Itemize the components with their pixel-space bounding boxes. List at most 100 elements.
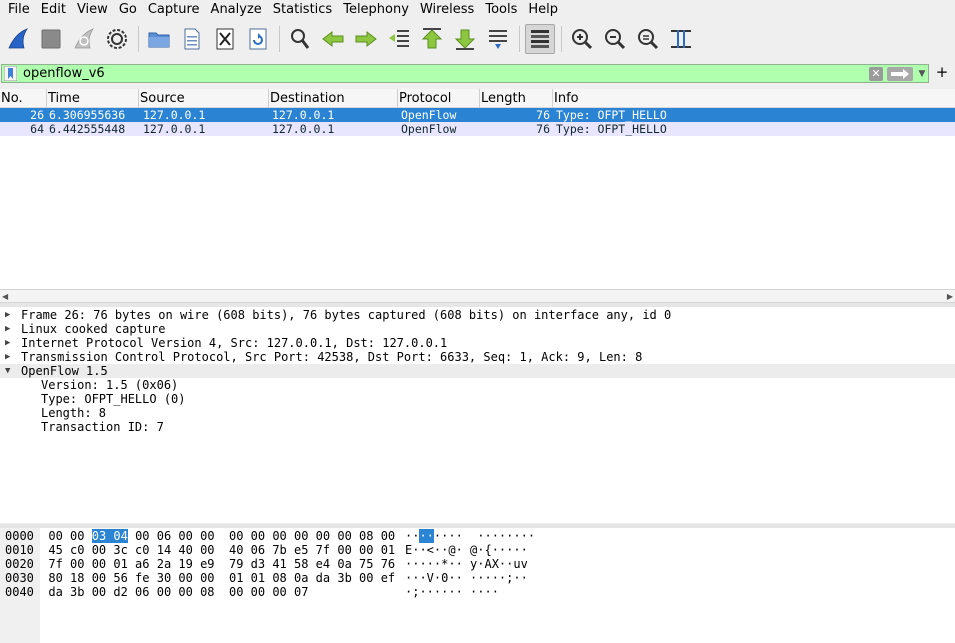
- ascii-row[interactable]: ···V·0·· ·····;··: [405, 571, 528, 585]
- packet-protocol: OpenFlow: [401, 108, 457, 122]
- collapse-icon[interactable]: ▼: [5, 364, 10, 378]
- display-filter-input[interactable]: openflow_v6 ✕ ▼: [1, 64, 929, 83]
- selected-bytes[interactable]: 03 04: [91, 529, 128, 543]
- bytes-row[interactable]: 0000 00 00 03 04 00 06 00 00 00 00 00 00…: [5, 529, 395, 543]
- close-file-button[interactable]: [210, 24, 240, 54]
- resize-columns-button[interactable]: [666, 24, 696, 54]
- colorize-icon: [531, 30, 549, 48]
- menu-capture[interactable]: Capture: [144, 0, 204, 20]
- toolbar-separator: [519, 26, 520, 52]
- column-protocol[interactable]: Protocol: [398, 89, 480, 108]
- ascii-row[interactable]: ·;······ ····: [405, 585, 499, 599]
- gear-icon: [107, 29, 127, 49]
- packet-row[interactable]: 26 6.306955636 127.0.0.1 127.0.0.1 OpenF…: [0, 108, 955, 122]
- bytes-row[interactable]: 0020 7f 00 00 01 a6 2a 19 e9 79 d3 41 58…: [5, 557, 395, 571]
- detail-field-transaction-id[interactable]: Transaction ID: 7: [0, 420, 955, 434]
- colorize-button[interactable]: [525, 24, 555, 54]
- resize-columns-icon: [671, 30, 691, 48]
- packet-details: ▶ Frame 26: 76 bytes on wire (608 bits),…: [0, 307, 955, 523]
- expand-icon[interactable]: ▶: [5, 336, 10, 350]
- last-packet-button[interactable]: [450, 24, 480, 54]
- detail-openflow[interactable]: ▼ OpenFlow 1.5: [0, 364, 955, 378]
- go-forward-button[interactable]: [351, 24, 381, 54]
- zoom-reset-icon: [638, 29, 659, 50]
- toolbar-separator: [561, 26, 562, 52]
- column-no[interactable]: No.: [0, 89, 47, 108]
- column-source[interactable]: Source: [139, 89, 269, 108]
- column-destination[interactable]: Destination: [269, 89, 398, 108]
- menu-analyze[interactable]: Analyze: [207, 0, 266, 20]
- scroll-left-icon[interactable]: ◀: [2, 292, 8, 301]
- bytes-row[interactable]: 0010 45 c0 00 3c c0 14 40 00 40 06 7b e5…: [5, 543, 395, 557]
- menu-tools[interactable]: Tools: [481, 0, 521, 20]
- packet-info: Type: OFPT_HELLO: [556, 108, 667, 122]
- open-file-button[interactable]: [144, 24, 174, 54]
- packet-info: Type: OFPT_HELLO: [556, 122, 667, 136]
- menu-view[interactable]: View: [73, 0, 112, 20]
- restart-capture-button[interactable]: [69, 24, 99, 54]
- arrow-down-icon: [454, 29, 476, 50]
- bytes-row[interactable]: 0030 80 18 00 56 fe 30 00 00 01 01 08 0a…: [5, 571, 395, 585]
- normal-size-button[interactable]: [633, 24, 663, 54]
- menu-edit[interactable]: Edit: [37, 0, 70, 20]
- find-packet-button[interactable]: [285, 24, 315, 54]
- column-length[interactable]: Length: [480, 89, 553, 108]
- packet-protocol: OpenFlow: [401, 122, 457, 136]
- packet-time: 6.442555448: [49, 122, 126, 136]
- stop-capture-button[interactable]: [36, 24, 66, 54]
- menu-telephony[interactable]: Telephony: [339, 0, 413, 20]
- menu-file[interactable]: File: [4, 0, 34, 20]
- apply-filter-button[interactable]: [887, 67, 913, 81]
- ascii-row[interactable]: E··<··@· @·{·····: [405, 543, 528, 557]
- selected-ascii[interactable]: ··: [419, 529, 434, 543]
- scroll-right-icon[interactable]: ▶: [947, 292, 953, 301]
- expand-icon[interactable]: ▶: [5, 308, 10, 322]
- add-filter-button[interactable]: +: [934, 63, 950, 81]
- start-capture-button[interactable]: [3, 24, 33, 54]
- packet-row[interactable]: 64 6.442555448 127.0.0.1 127.0.0.1 OpenF…: [0, 122, 955, 136]
- packet-time: 6.306955636: [49, 108, 126, 122]
- go-to-packet-button[interactable]: [384, 24, 414, 54]
- detail-field-type[interactable]: Type: OFPT_HELLO (0): [0, 392, 955, 406]
- detail-ipv4[interactable]: ▶ Internet Protocol Version 4, Src: 127.…: [0, 336, 955, 350]
- reload-icon: [249, 28, 267, 50]
- ascii-row[interactable]: ········ ········: [405, 529, 535, 543]
- go-back-button[interactable]: [318, 24, 348, 54]
- clear-filter-icon[interactable]: ✕: [869, 67, 883, 81]
- expand-icon[interactable]: ▶: [5, 350, 10, 364]
- bytes-offset: 0040: [5, 585, 34, 599]
- packet-list-scrollbar[interactable]: ◀ ▶: [0, 289, 955, 303]
- first-packet-button[interactable]: [417, 24, 447, 54]
- zoom-in-icon: [572, 29, 593, 50]
- save-file-button[interactable]: [177, 24, 207, 54]
- bytes-offset: 0000: [5, 529, 34, 543]
- filter-history-dropdown[interactable]: ▼: [916, 67, 928, 81]
- packet-length: 76: [536, 122, 550, 136]
- ascii-row[interactable]: ·····*·· y·AX··uv: [405, 557, 528, 571]
- detail-field-version[interactable]: Version: 1.5 (0x06): [0, 378, 955, 392]
- menu-statistics[interactable]: Statistics: [269, 0, 336, 20]
- column-info[interactable]: Info: [553, 89, 955, 108]
- detail-field-length[interactable]: Length: 8: [0, 406, 955, 420]
- column-time[interactable]: Time: [47, 89, 139, 108]
- expand-icon[interactable]: ▶: [5, 322, 10, 336]
- detail-tcp[interactable]: ▶ Transmission Control Protocol, Src Por…: [0, 350, 955, 364]
- arrow-left-icon: [322, 30, 344, 48]
- autoscroll-button[interactable]: [483, 24, 513, 54]
- shark-fin-icon: [8, 28, 29, 49]
- bytes-row[interactable]: 0040 da 3b 00 d2 06 00 00 08 00 00 00 07: [5, 585, 308, 599]
- packet-bytes: 0000 00 00 03 04 00 06 00 00 00 00 00 00…: [0, 528, 955, 643]
- menu-help[interactable]: Help: [524, 0, 562, 20]
- zoom-in-button[interactable]: [567, 24, 597, 54]
- detail-linux-cooked[interactable]: ▶ Linux cooked capture: [0, 322, 955, 336]
- arrow-up-icon: [421, 28, 443, 49]
- bytes-offset: 0020: [5, 557, 34, 571]
- reload-file-button[interactable]: [243, 24, 273, 54]
- menu-go[interactable]: Go: [115, 0, 141, 20]
- menu-wireless[interactable]: Wireless: [416, 0, 478, 20]
- detail-frame[interactable]: ▶ Frame 26: 76 bytes on wire (608 bits),…: [0, 308, 955, 322]
- bookmark-icon[interactable]: [4, 66, 17, 81]
- zoom-out-button[interactable]: [600, 24, 630, 54]
- capture-options-button[interactable]: [102, 24, 132, 54]
- packet-no: 64: [30, 122, 44, 136]
